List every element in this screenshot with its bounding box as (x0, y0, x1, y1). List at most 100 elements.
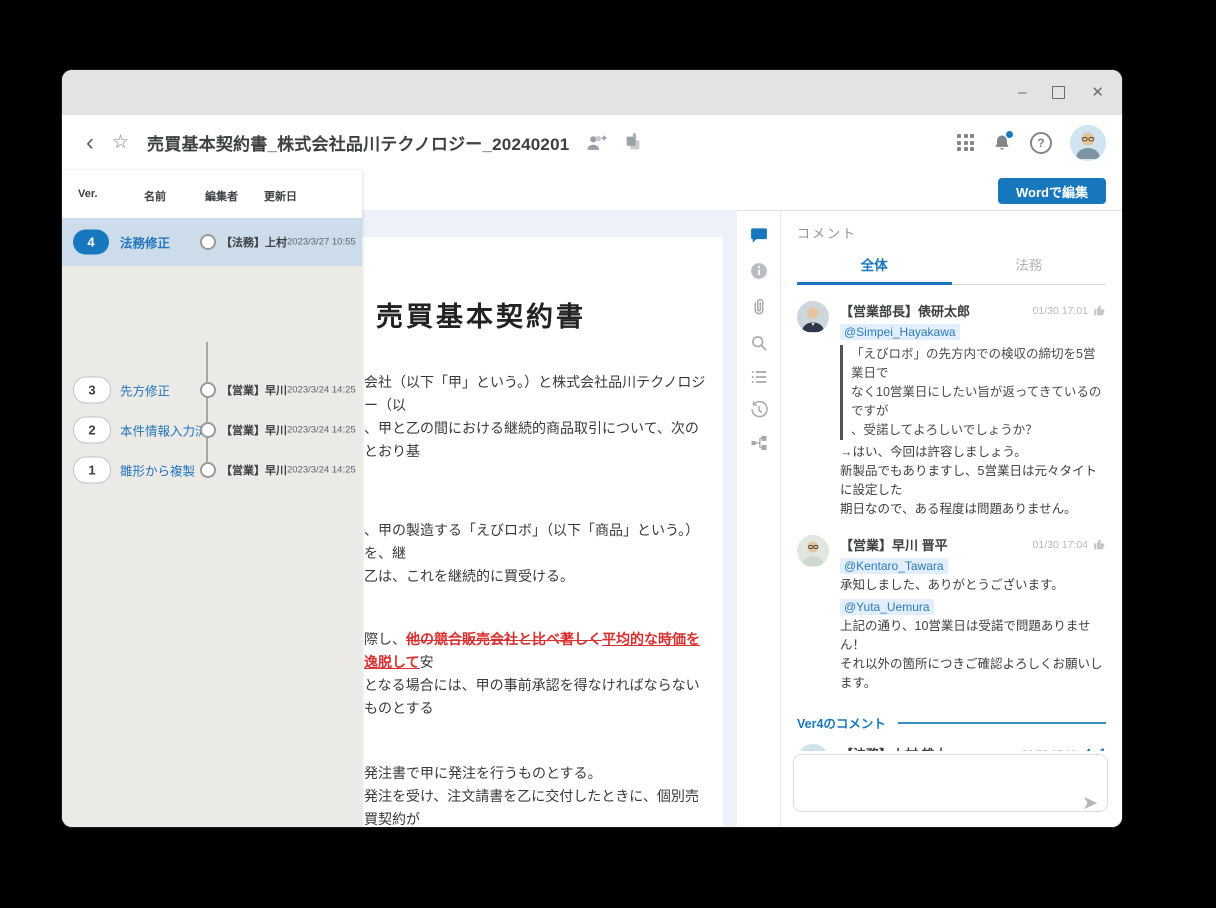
duplicate-icon[interactable] (623, 133, 643, 153)
version-history-panel: Ver. 名前 編集者 更新日 4 法務修正 【法務】上村 2023/3/27 … (62, 170, 362, 827)
comment-line: 新製品でもありますし、5営業日は元々タイトに設定した (840, 462, 1106, 500)
version-row-2[interactable]: 2 本件情報入力済 【営業】早川 2023/3/24 14:25 (62, 410, 362, 450)
quote-line: なく10営業日にしたい旨が返ってきているのですが (851, 383, 1106, 421)
sitemap-icon[interactable] (749, 433, 769, 453)
version-date: 2023/3/24 14:25 (287, 425, 356, 436)
contract-line: 乙は、これを継続的に買受ける。 (364, 570, 574, 585)
ver4-divider (898, 722, 1106, 724)
history-icon[interactable] (749, 400, 769, 420)
comment-icon[interactable] (749, 225, 769, 245)
comment-item: 【営業】早川 晋平 01/30 17:04 @Kentaro_Tawara 承知… (797, 535, 1106, 693)
document-page[interactable]: 売買基本契約書 会社（以下「甲」という。）と株式会社品川テクノロジー（以 、甲と… (362, 237, 723, 827)
timeline-dot (200, 382, 216, 398)
comment-input-area: ➤ (781, 751, 1122, 827)
close-icon[interactable]: ✕ (1091, 85, 1104, 100)
comment-item: 【営業部長】俵研太郎 01/30 17:01 @Simpei_Hayakawa … (797, 301, 1106, 519)
bell-icon[interactable] (992, 133, 1012, 153)
contract-line: 、甲の製造する「えびロボ」（以下「商品」という。）を、継 (364, 524, 699, 562)
quote-line: 、受諾してよろしいでしょうか？ (851, 421, 1106, 440)
app-header: ‹ ☆ 売買基本契約書_株式会社品川テクノロジー_20240201 (62, 115, 1122, 170)
column-name: 名前 (144, 188, 166, 204)
star-icon[interactable]: ☆ (112, 131, 129, 154)
side-toolbar (737, 210, 780, 827)
list-icon[interactable] (749, 367, 769, 387)
comment-line: 期日なので、ある程度は問題ありません。 (840, 500, 1106, 519)
contract-line: 発注書で甲に発注を行うものとする。 (364, 767, 602, 782)
quoted-text: 「えびロボ」の先方内での検収の締切を5営業日で なく10営業日にしたい旨が返って… (840, 345, 1106, 440)
app-grid-icon[interactable] (957, 134, 974, 151)
user-avatar[interactable] (1070, 125, 1106, 161)
version-date: 2023/3/24 14:25 (287, 385, 356, 396)
attachment-icon[interactable] (749, 297, 769, 317)
page-title: 売買基本契約書_株式会社品川テクノロジー_20240201 (147, 130, 569, 155)
minimize-icon[interactable]: – (1018, 85, 1026, 100)
tab-all[interactable]: 全体 (797, 248, 952, 285)
ver4-label: Ver4のコメント (797, 713, 886, 732)
version-name-link[interactable]: 雛形から複製 (120, 461, 195, 480)
comment-text: 承知しました、ありがとうございます。 (840, 576, 1106, 595)
desktop-background: – ✕ ‹ ☆ 売買基本契約書_株式会社品川テクノロジー_20240201 (0, 0, 1216, 908)
comment-line: 上記の通り、10営業日は受諾で問題ありません！ (840, 617, 1106, 655)
contract-line: となる場合には、甲の事前承認を得なければならないものとする (364, 679, 700, 717)
version-name-link[interactable]: 法務修正 (120, 233, 170, 252)
timeline-dot (200, 462, 216, 478)
version-badge: 2 (73, 417, 111, 444)
timeline-dot (200, 422, 216, 438)
send-icon[interactable]: ➤ (1082, 794, 1098, 813)
info-icon[interactable] (749, 261, 769, 281)
contract-paragraph-redline: 際し、他の競合販売会社と比べ著しく平均的な時価を逸脱して安 となる場合には、甲の… (362, 629, 723, 721)
version-table-header: Ver. 名前 編集者 更新日 (62, 170, 362, 219)
comment-text: 上記の通り、10営業日は受諾で問題ありません！ それ以外の箇所につきご確認よろし… (840, 617, 1106, 693)
maximize-icon[interactable] (1052, 86, 1065, 99)
comment-tabs: 全体 法務 (797, 248, 1106, 285)
tab-legal[interactable]: 法務 (952, 248, 1107, 284)
mention-chip[interactable]: @Yuta_Uemura (840, 599, 934, 615)
contract-line: 際し、 (364, 633, 406, 648)
notification-dot (1006, 131, 1013, 138)
app-window: – ✕ ‹ ☆ 売買基本契約書_株式会社品川テクノロジー_20240201 (62, 70, 1122, 827)
quote-line: 「えびロボ」の先方内での検収の締切を5営業日で (851, 345, 1106, 383)
person-add-icon[interactable] (585, 133, 607, 153)
timeline-dot (200, 234, 216, 250)
version-name-link[interactable]: 先方修正 (120, 381, 170, 400)
column-updated: 更新日 (264, 188, 297, 204)
column-editor: 編集者 (205, 188, 238, 204)
avatar (797, 535, 829, 567)
contract-paragraph: 会社（以下「甲」という。）と株式会社品川テクノロジー（以 、甲と乙の間における継… (362, 372, 723, 464)
back-icon[interactable]: ‹ (86, 129, 94, 157)
comment-line: 承知しました、ありがとうございます。 (840, 576, 1106, 595)
comment-author: 【営業部長】俵研太郎 (840, 301, 970, 320)
contract-paragraph: 、甲の製造する「えびロボ」（以下「商品」という。）を、継 乙は、これを継続的に買… (362, 520, 723, 589)
search-icon[interactable] (749, 333, 769, 353)
thumbs-up-icon[interactable] (1093, 304, 1106, 317)
version-date: 2023/3/24 14:25 (287, 465, 356, 476)
version-editor: 【法務】上村 (221, 234, 287, 250)
version-row-1[interactable]: 1 雛形から複製 【営業】早川 2023/3/24 14:25 (62, 450, 362, 490)
version-badge: 3 (73, 377, 111, 404)
comment-input[interactable] (793, 754, 1108, 812)
version-row-3[interactable]: 3 先方修正 【営業】早川 2023/3/24 14:25 (62, 370, 362, 410)
contract-line: 発注を受け、注文請書を乙に交付したときに、個別売買契約が (364, 790, 699, 827)
contract-line: 、甲と乙の間における継続的商品取引について、次のとおり基 (364, 422, 699, 460)
version-editor: 【営業】早川 (221, 382, 287, 398)
thumbs-up-icon[interactable] (1093, 538, 1106, 551)
version-date: 2023/3/27 10:55 (287, 237, 356, 248)
avatar (797, 301, 829, 333)
comment-author: 【営業】早川 晋平 (840, 535, 948, 554)
document-viewer: 売買基本契約書 会社（以下「甲」という。）と株式会社品川テクノロジー（以 、甲と… (362, 210, 737, 827)
tracked-deletion: 他の競合販売会社と比べ著しく (406, 633, 602, 648)
mention-chip[interactable]: @Simpei_Hayakawa (840, 324, 960, 340)
version-badge: 1 (73, 457, 111, 484)
contract-line: 会社（以下「甲」という。）と株式会社品川テクノロジー（以 (364, 376, 705, 414)
contract-line: 安 (420, 656, 434, 671)
edit-in-word-button[interactable]: Wordで編集 (998, 178, 1106, 204)
contract-title: 売買基本契約書 (376, 295, 723, 334)
version-editor: 【営業】早川 (221, 422, 287, 438)
ver4-section-header: Ver4のコメント (797, 713, 1106, 732)
version-badge: 4 (73, 230, 109, 255)
mention-chip[interactable]: @Kentaro_Tawara (840, 558, 948, 574)
help-icon[interactable]: ? (1030, 132, 1052, 154)
window-titlebar: – ✕ (62, 70, 1122, 115)
version-row-4[interactable]: 4 法務修正 【法務】上村 2023/3/27 10:55 (62, 218, 362, 266)
version-name-link[interactable]: 本件情報入力済 (120, 421, 208, 440)
